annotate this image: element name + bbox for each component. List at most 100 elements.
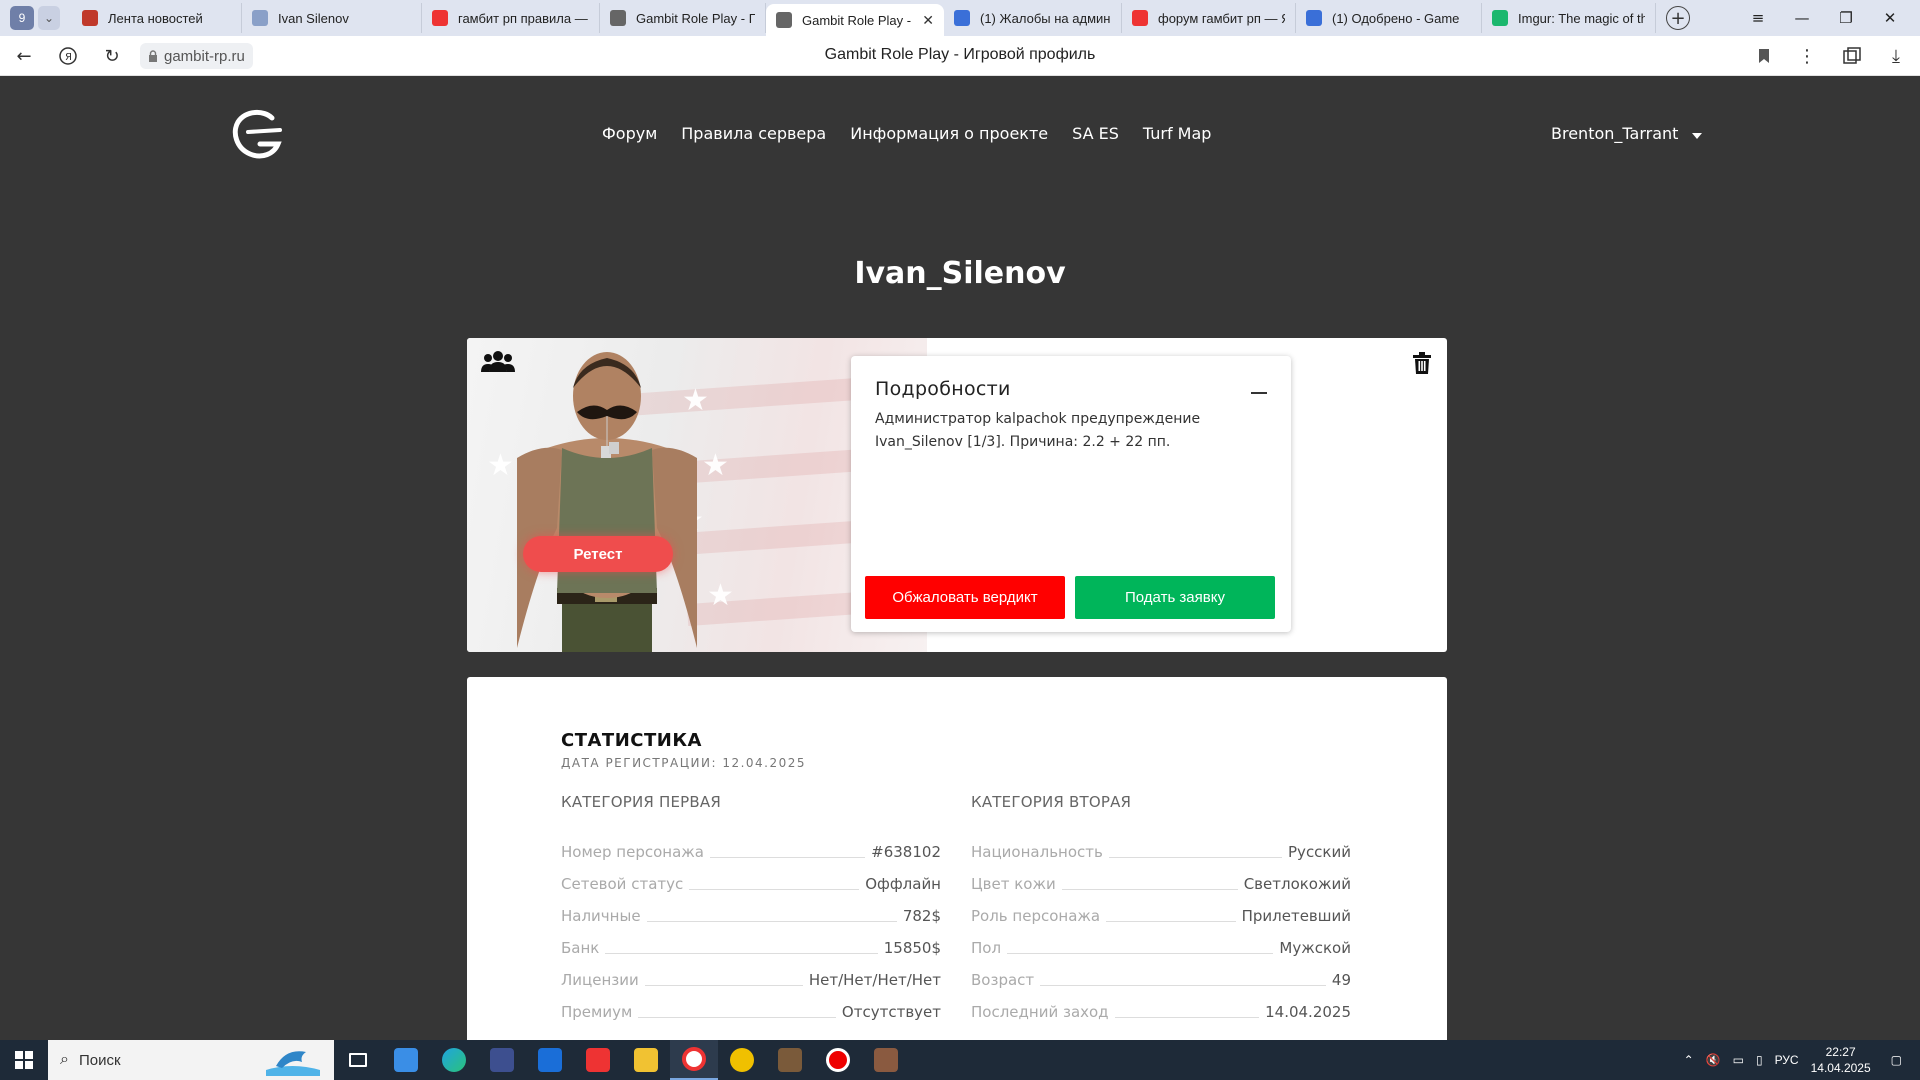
notifications-icon[interactable]: ▢ (1891, 1053, 1902, 1067)
tab-list-chevron-icon[interactable]: ⌄ (38, 6, 60, 30)
stat-leader-line (1106, 921, 1236, 922)
more-options-icon[interactable]: ⋮ (1795, 44, 1819, 68)
stat-value: #638102 (871, 843, 941, 861)
record-app-icon[interactable] (814, 1040, 862, 1080)
nav-forum[interactable]: Форум (602, 124, 657, 143)
stat-label: Банк (561, 939, 600, 957)
taskbar-search-input[interactable]: ⌕ Поиск (48, 1040, 334, 1080)
stat-value: Оффлайн (865, 875, 941, 893)
nav-server-rules[interactable]: Правила сервера (681, 124, 826, 143)
media-player-icon[interactable] (478, 1040, 526, 1080)
category-first-title: КАТЕГОРИЯ ПЕРВАЯ (561, 793, 721, 811)
category-second-title: КАТЕГОРИЯ ВТОРАЯ (971, 793, 1132, 811)
statistics-card: СТАТИСТИКА ДАТА РЕГИСТРАЦИИ: 12.04.2025 … (467, 677, 1447, 1040)
menu-icon[interactable]: ≡ (1736, 9, 1780, 27)
network-icon[interactable]: ▭ (1733, 1053, 1744, 1067)
gambit-logo-icon[interactable] (228, 104, 288, 164)
browser-tab-title: Ivan Silenov (278, 10, 349, 26)
tray-chevron-up-icon[interactable]: ⌃ (1684, 1053, 1694, 1067)
stat-label: Сетевой статус (561, 875, 684, 893)
stat-row: Номер персонажа #638102 (561, 829, 941, 861)
volume-muted-icon[interactable]: 🔇 (1706, 1053, 1721, 1067)
statistics-title: СТАТИСТИКА (561, 730, 702, 751)
stat-leader-line (646, 921, 897, 922)
stat-label: Последний заход (971, 1003, 1109, 1021)
task-view-icon[interactable] (334, 1040, 382, 1080)
battery-icon[interactable]: ▯ (1756, 1053, 1763, 1067)
browser-tab-title: (1) Жалобы на админ (980, 10, 1111, 26)
browser-tab-title: Gambit Role Play - Пр (636, 10, 755, 26)
game-launcher-icon[interactable] (718, 1040, 766, 1080)
outlook-icon[interactable] (526, 1040, 574, 1080)
stat-value: 14.04.2025 (1265, 1003, 1351, 1021)
browser-tab[interactable]: (1) Одобрено - Game (1296, 3, 1482, 33)
collections-icon[interactable] (1840, 44, 1864, 68)
stat-value: 15850$ (883, 939, 941, 957)
users-group-icon[interactable] (481, 350, 515, 374)
browser-tab[interactable]: Ivan Silenov (242, 3, 422, 33)
registration-date: ДАТА РЕГИСТРАЦИИ: 12.04.2025 (561, 756, 807, 770)
windows-start-icon[interactable] (0, 1040, 48, 1080)
stat-label: Возраст (971, 971, 1035, 989)
store-icon[interactable] (382, 1040, 430, 1080)
clock-time: 22:27 (1825, 1045, 1856, 1059)
windows-taskbar: ⌕ Поиск ⌃ 🔇 ▭ ▯ РУС 22:27 14.04.2025 ▢ (0, 1040, 1920, 1080)
new-tab-button[interactable]: + (1666, 6, 1690, 30)
stat-row: Лицензии Нет/Нет/Нет/Нет (561, 957, 941, 989)
browser-tab[interactable]: Gambit Role Play - И ✕ (766, 4, 944, 36)
browser-tab-title: Gambit Role Play - И (802, 12, 915, 28)
game-app-2-icon[interactable] (862, 1040, 910, 1080)
taskbar-search-placeholder: Поиск (78, 1051, 121, 1069)
stat-leader-line (1061, 889, 1238, 890)
input-language[interactable]: РУС (1775, 1053, 1799, 1067)
forum-icon (1306, 10, 1322, 26)
close-tab-icon[interactable]: ✕ (922, 12, 934, 29)
gambit-icon (610, 10, 626, 26)
browser-tab-title: Лента новостей (108, 10, 203, 26)
browser-tab[interactable]: гамбит рп правила — (422, 3, 600, 33)
yandex-browser-icon[interactable] (670, 1040, 718, 1080)
browser-tab[interactable]: Gambit Role Play - Пр (600, 3, 766, 33)
stat-row: Последний заход 14.04.2025 (971, 989, 1351, 1021)
yandex-icon (1132, 10, 1148, 26)
browser-tab[interactable]: форум гамбит рп — Я (1122, 3, 1296, 33)
browser-tab[interactable]: (1) Жалобы на админ (944, 3, 1122, 33)
browser-tab-title: (1) Одобрено - Game (1332, 10, 1460, 26)
character-skin-icon (517, 352, 697, 652)
clock[interactable]: 22:27 14.04.2025 (1811, 1044, 1871, 1076)
browser-page-title: Gambit Role Play - Игровой профиль (824, 46, 1096, 63)
browser-tab[interactable]: Imgur: The magic of th (1482, 3, 1656, 33)
forum-icon (954, 10, 970, 26)
stat-label: Номер персонажа (561, 843, 704, 861)
appeal-verdict-button[interactable]: Обжаловать вердикт (865, 576, 1065, 619)
browser-tab-title: Imgur: The magic of th (1518, 10, 1645, 26)
edge-icon[interactable] (430, 1040, 478, 1080)
retest-button[interactable]: Ретест (523, 536, 673, 572)
browser-tab-title: гамбит рп правила — (458, 10, 588, 26)
yandex-icon (432, 10, 448, 26)
clock-date: 14.04.2025 (1810, 1061, 1871, 1075)
nav-project-info[interactable]: Информация о проекте (850, 124, 1048, 143)
stat-value: Мужской (1279, 939, 1351, 957)
tab-counter[interactable]: 9 (10, 6, 34, 30)
minimize-icon[interactable] (1251, 392, 1267, 394)
stat-leader-line (1108, 857, 1283, 858)
system-tray: ⌃ 🔇 ▭ ▯ РУС 22:27 14.04.2025 ▢ (1678, 1040, 1920, 1080)
submit-application-button[interactable]: Подать заявку (1075, 576, 1275, 619)
category-first: КАТЕГОРИЯ ПЕРВАЯ Номер персонажа #638102 С… (561, 793, 941, 1021)
yandex-app-icon[interactable] (574, 1040, 622, 1080)
user-menu[interactable]: Brenton_Tarrant (1551, 124, 1703, 143)
close-window-icon[interactable]: ✕ (1868, 9, 1912, 27)
details-text: Администратор kalpachok предупреждение I… (875, 411, 1201, 450)
restore-window-icon[interactable]: ❐ (1824, 9, 1868, 27)
bookmark-icon[interactable] (1752, 44, 1776, 68)
file-explorer-icon[interactable] (622, 1040, 670, 1080)
minimize-window-icon[interactable]: — (1780, 9, 1824, 27)
trash-icon[interactable] (1413, 352, 1431, 374)
browser-tab[interactable]: Лента новостей (72, 3, 242, 33)
imgur-icon (1492, 10, 1508, 26)
game-app-icon[interactable] (766, 1040, 814, 1080)
download-icon[interactable]: ⤓ (1884, 44, 1908, 68)
nav-sa-es[interactable]: SA ES (1072, 124, 1119, 143)
nav-turf-map[interactable]: Turf Map (1143, 124, 1212, 143)
